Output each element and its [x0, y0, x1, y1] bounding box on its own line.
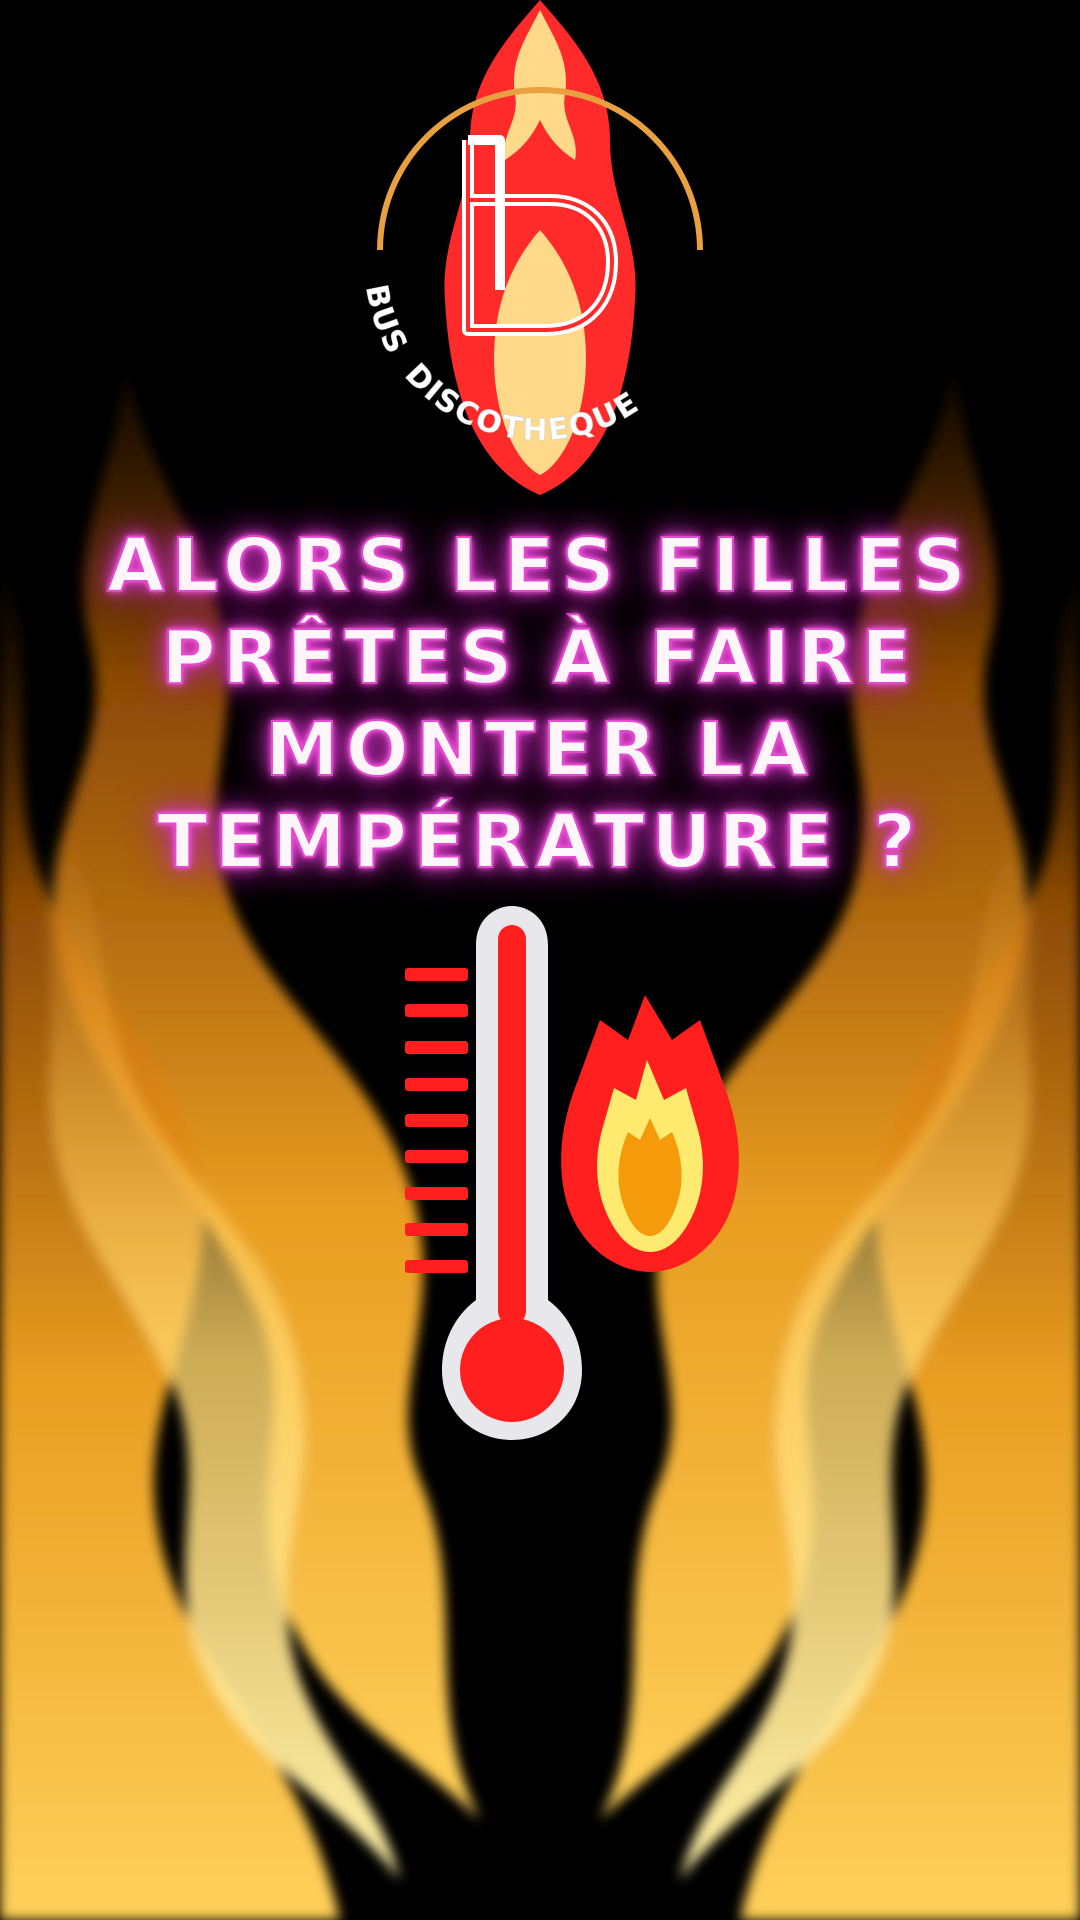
temperature-illustration: [405, 906, 739, 1440]
story-canvas: BUS DISCOTHEQUE ALORS LES FILLES PRÊTES …: [0, 0, 1080, 1920]
thermometer-icon: [405, 906, 582, 1440]
fire-icon: [561, 995, 739, 1272]
